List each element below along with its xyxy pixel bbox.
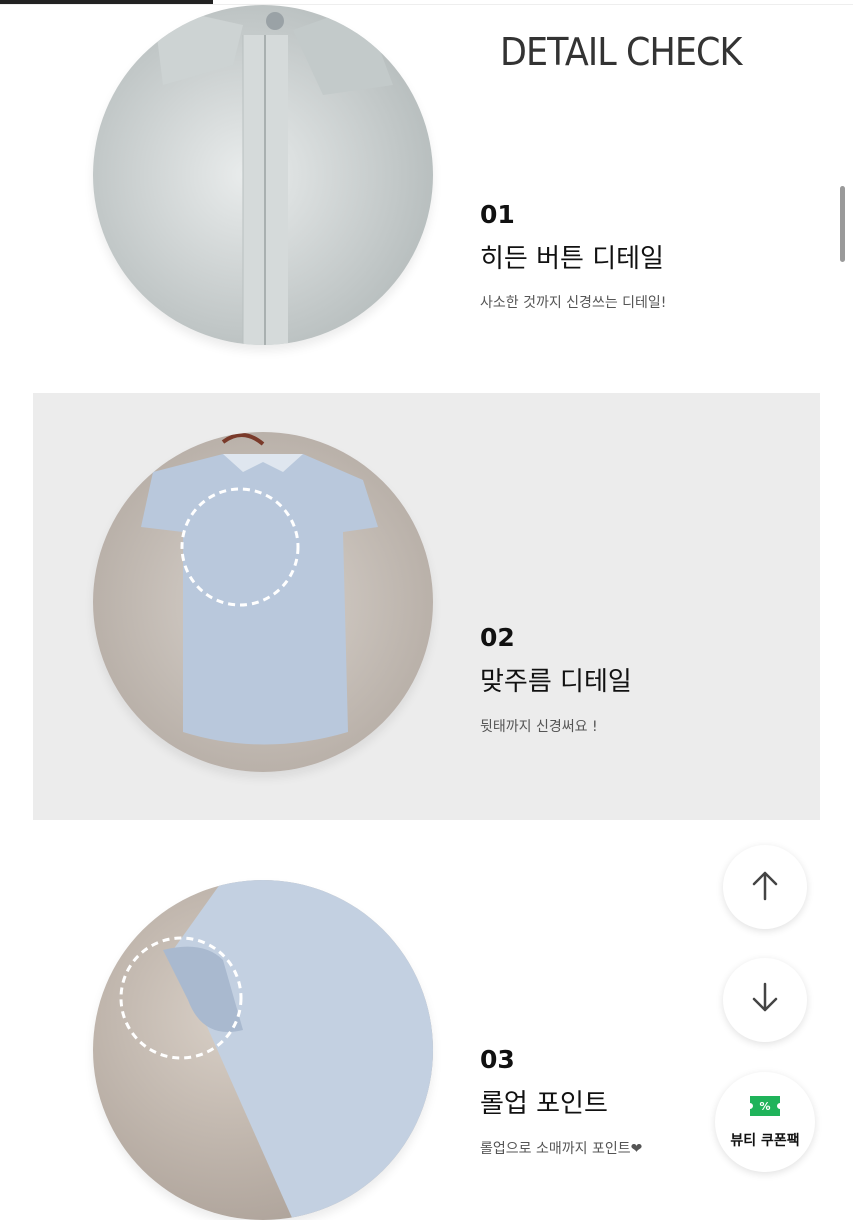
arrow-up-icon bbox=[750, 869, 780, 905]
divider bbox=[0, 4, 853, 5]
detail-photo-3 bbox=[93, 880, 433, 1220]
detail-number: 01 bbox=[480, 200, 515, 229]
detail-description: 뒷태까지 신경써요 ! bbox=[480, 719, 598, 735]
scrollbar-thumb[interactable] bbox=[840, 186, 845, 262]
arrow-down-icon bbox=[750, 982, 780, 1018]
scroll-bottom-button[interactable] bbox=[723, 958, 807, 1042]
detail-description: 사소한 것까지 신경쓰는 디테일! bbox=[480, 295, 667, 311]
coupon-pack-button[interactable]: % 뷰티 쿠폰팩 bbox=[715, 1072, 815, 1172]
svg-text:%: % bbox=[759, 1100, 770, 1113]
coupon-label: 뷰티 쿠폰팩 bbox=[730, 1133, 800, 1149]
page-title: DETAIL CHECK bbox=[500, 30, 742, 74]
detail-photo-1 bbox=[93, 5, 433, 345]
detail-description: 롤업으로 소매까지 포인트❤ bbox=[480, 1141, 643, 1157]
detail-photo-2 bbox=[93, 432, 433, 772]
detail-title: 히든 버튼 디테일 bbox=[480, 244, 664, 274]
detail-title: 롤업 포인트 bbox=[480, 1089, 608, 1119]
scroll-top-button[interactable] bbox=[723, 845, 807, 929]
percent-ticket-icon: % bbox=[748, 1094, 782, 1122]
detail-number: 03 bbox=[480, 1045, 515, 1074]
detail-number: 02 bbox=[480, 623, 515, 652]
detail-title: 맞주름 디테일 bbox=[480, 667, 632, 697]
